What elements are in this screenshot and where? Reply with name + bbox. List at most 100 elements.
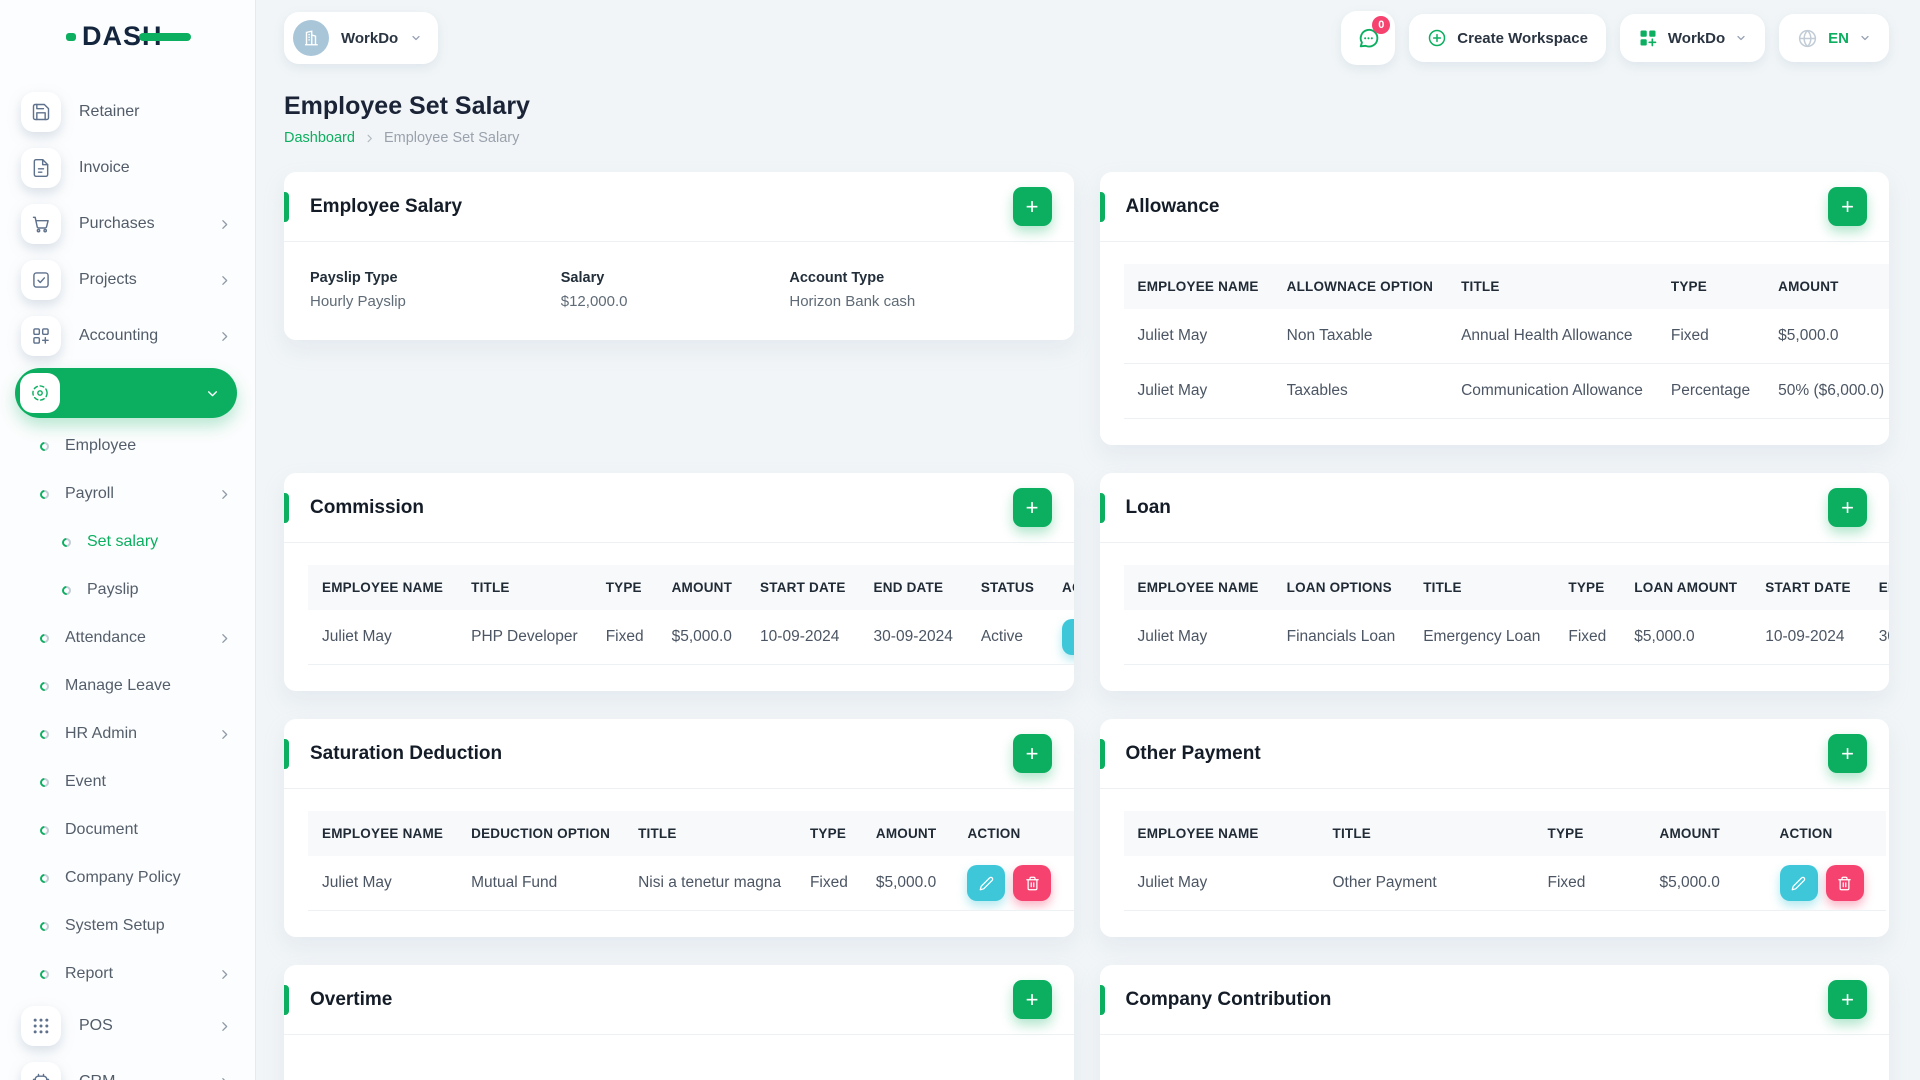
crm-icon: [21, 1062, 61, 1080]
sidebar-item-system-setup[interactable]: System Setup: [0, 902, 255, 950]
column-header: END DATE: [859, 565, 967, 610]
card-other-payment: Other Payment + EMPLOYEE NAME TITLE TYPE AM…: [1099, 719, 1889, 937]
sidebar-item-label: CRM: [79, 1073, 115, 1080]
delete-button[interactable]: [1825, 865, 1864, 901]
sidebar-item-invoice[interactable]: Invoice: [0, 140, 255, 196]
table-cell: Taxables: [1272, 363, 1448, 419]
create-workspace-label: Create Workspace: [1457, 29, 1588, 47]
create-workspace-button[interactable]: Create Workspace: [1409, 14, 1606, 62]
chevron-right-icon: [218, 632, 231, 645]
table-cell: PHP Developer: [457, 610, 592, 665]
edit-button[interactable]: [967, 865, 1006, 901]
chevron-right-icon: [218, 968, 231, 981]
breadcrumb-dashboard-link[interactable]: Dashboard: [284, 130, 355, 146]
sidebar-item-projects[interactable]: Projects: [0, 252, 255, 308]
add-loan-button[interactable]: +: [1828, 488, 1867, 527]
table-row: Juliet May Taxables Communication Allowanc…: [1123, 363, 1889, 419]
table-cell: Fixed: [1533, 856, 1646, 911]
invoice-icon: [21, 148, 61, 188]
field-account-type: Account Type Horizon Bank cash: [789, 270, 916, 310]
topbar-actions: 0 Create Workspace WorkDo EN: [1341, 11, 1889, 65]
sidebar-item-event[interactable]: Event: [0, 758, 255, 806]
table-cell: Percentage: [1656, 363, 1765, 419]
pencil-icon: [1791, 876, 1806, 890]
sidebar-item-label: Payslip: [87, 581, 139, 598]
sidebar-item-set-salary[interactable]: Set salary: [0, 518, 255, 566]
card-title: Other Payment: [1125, 742, 1261, 764]
column-header: EMPLOYEE NAME: [1123, 264, 1273, 309]
table-cell: Juliet May: [1123, 610, 1273, 665]
sidebar-item-payroll[interactable]: Payroll: [0, 470, 255, 518]
actions-cell: [1765, 856, 1886, 911]
sidebar-item-hrm[interactable]: HRM: [15, 368, 237, 418]
card-title: Employee Salary: [310, 195, 463, 217]
table-cell: Juliet May: [1123, 363, 1273, 419]
add-overtime-button[interactable]: +: [1012, 980, 1052, 1019]
table-cell: Fixed: [1554, 610, 1621, 665]
other-payment-table: EMPLOYEE NAME TITLE TYPE AMOUNT ACTION Juliet…: [1123, 811, 1886, 911]
sidebar-item-label: Accounting: [79, 327, 159, 344]
table-header-row: EMPLOYEE NAME LOAN OPTIONS TITLE TYPE LOAN A…: [1123, 565, 1889, 610]
add-saturation-deduction-button[interactable]: +: [1012, 734, 1052, 773]
column-header: END DATE: [1864, 565, 1889, 610]
sidebar-item-report[interactable]: Report: [0, 950, 255, 998]
employee-salary-fields: Payslip Type Hourly Payslip Salary $12,0…: [284, 242, 1074, 340]
app-switcher-button[interactable]: WorkDo: [1619, 14, 1766, 62]
table-cell: 30-09-2024: [1864, 610, 1889, 665]
bullet-icon: [38, 871, 51, 885]
table-cell: Financials Loan: [1272, 610, 1410, 665]
column-header: TITLE: [624, 811, 796, 856]
table-cell: Fixed: [591, 610, 658, 665]
sidebar-item-attendance[interactable]: Attendance: [0, 614, 255, 662]
sidebar-item-employee[interactable]: Employee: [0, 422, 255, 470]
sidebar-item-label: Employee: [65, 437, 137, 454]
table-cell: Mutual Fund: [457, 856, 625, 911]
add-company-contribution-button[interactable]: +: [1828, 980, 1867, 1019]
edit-button[interactable]: [1062, 619, 1074, 655]
delete-button[interactable]: [1013, 865, 1052, 901]
trash-icon: [1838, 876, 1851, 890]
table-cell: Other Payment: [1318, 856, 1534, 911]
table-cell: $5,000.0: [1620, 610, 1752, 665]
sidebar-item-payslip[interactable]: Payslip: [0, 566, 255, 614]
projects-check-icon: [21, 260, 61, 300]
sidebar-item-label: Document: [65, 821, 138, 838]
language-selector[interactable]: EN: [1779, 14, 1889, 62]
allowance-table: EMPLOYEE NAME ALLOWNACE OPTION TITLE TYPE AM…: [1123, 264, 1889, 419]
table-cell: Fixed: [1656, 309, 1765, 364]
add-other-payment-button[interactable]: +: [1828, 734, 1867, 773]
sidebar-item-purchases[interactable]: Purchases: [0, 196, 255, 252]
sidebar-item-accounting[interactable]: Accounting: [0, 308, 255, 364]
add-employee-salary-button[interactable]: +: [1012, 187, 1052, 226]
sidebar-item-hr-admin[interactable]: HR Admin: [0, 710, 255, 758]
table-cell: Fixed: [795, 856, 862, 911]
sidebar-item-manage-leave[interactable]: Manage Leave: [0, 662, 255, 710]
workspace-selector[interactable]: WorkDo: [284, 12, 439, 64]
table-header-row: EMPLOYEE NAME TITLE TYPE AMOUNT START DATE EN…: [308, 565, 1074, 610]
sidebar-item-crm[interactable]: CRM: [0, 1054, 255, 1080]
table-row: Juliet May PHP Developer Fixed $5,000.0 10-0…: [308, 610, 1074, 665]
sidebar-item-pos[interactable]: POS: [0, 998, 255, 1054]
card-title: Company Contribution: [1125, 988, 1332, 1010]
brand-logo: DASH: [0, 0, 255, 78]
card-accent-bar: [284, 192, 289, 222]
chevron-right-icon: [218, 1020, 231, 1033]
sidebar-item-document[interactable]: Document: [0, 806, 255, 854]
card-title: Loan: [1125, 496, 1171, 518]
chevron-right-icon: [218, 1076, 231, 1080]
sidebar-item-company-policy[interactable]: Company Policy: [0, 854, 255, 902]
edit-button[interactable]: [1779, 865, 1818, 901]
sidebar-item-retainer[interactable]: Retainer: [0, 84, 255, 140]
bullet-icon: [38, 727, 51, 741]
bullet-icon: [38, 967, 51, 981]
add-allowance-button[interactable]: +: [1828, 187, 1867, 226]
messages-button[interactable]: 0: [1341, 11, 1396, 65]
pencil-icon: [979, 876, 994, 890]
card-loan: Loan + EMPLOYEE NAME LOAN OPTIONS TITLE TYP…: [1099, 473, 1889, 691]
sidebar-item-label: Invoice: [79, 159, 130, 176]
card-employee-salary: Employee Salary + Payslip Type Hourly Pa…: [284, 172, 1074, 340]
commission-table: EMPLOYEE NAME TITLE TYPE AMOUNT START DATE EN…: [308, 565, 1074, 665]
column-header: TITLE: [1318, 811, 1534, 856]
chevron-right-icon: [218, 330, 231, 343]
add-commission-button[interactable]: +: [1012, 488, 1052, 527]
